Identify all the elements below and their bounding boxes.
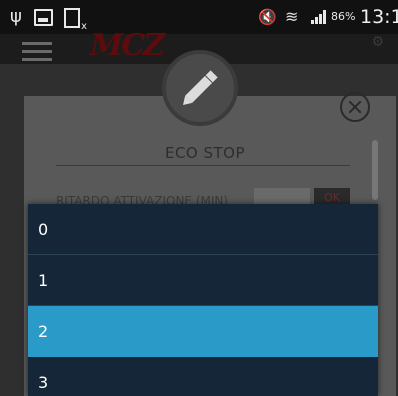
close-icon[interactable] [340,92,370,122]
signal-icon [311,10,327,24]
title-divider [56,165,350,166]
usb-icon: ψ [10,6,22,27]
dialog-scrollbar[interactable] [372,140,378,200]
brand-logo: MCZ [90,28,165,63]
dropdown-option-2[interactable]: 2 [28,306,378,357]
settings-icon[interactable]: ⚙ [371,34,384,50]
menu-icon[interactable] [22,42,52,66]
clock: 13:15 [360,6,398,28]
dropdown-list: 0 1 2 3 [28,204,378,396]
dropdown-option-3[interactable]: 3 [28,357,378,396]
dropdown-option-0[interactable]: 0 [28,204,378,255]
edit-icon [162,50,238,126]
battery-percent: 86% [331,10,356,23]
status-bar: ψ 🔇 ≋ 86% 13:15 [0,0,398,34]
mute-icon: 🔇 [258,8,277,26]
image-notification-icon [34,9,53,26]
dropdown-option-1[interactable]: 1 [28,255,378,306]
document-notification-icon [64,8,87,32]
wifi-icon: ≋ [285,7,299,26]
dialog-title: ECO STOP [164,144,246,162]
